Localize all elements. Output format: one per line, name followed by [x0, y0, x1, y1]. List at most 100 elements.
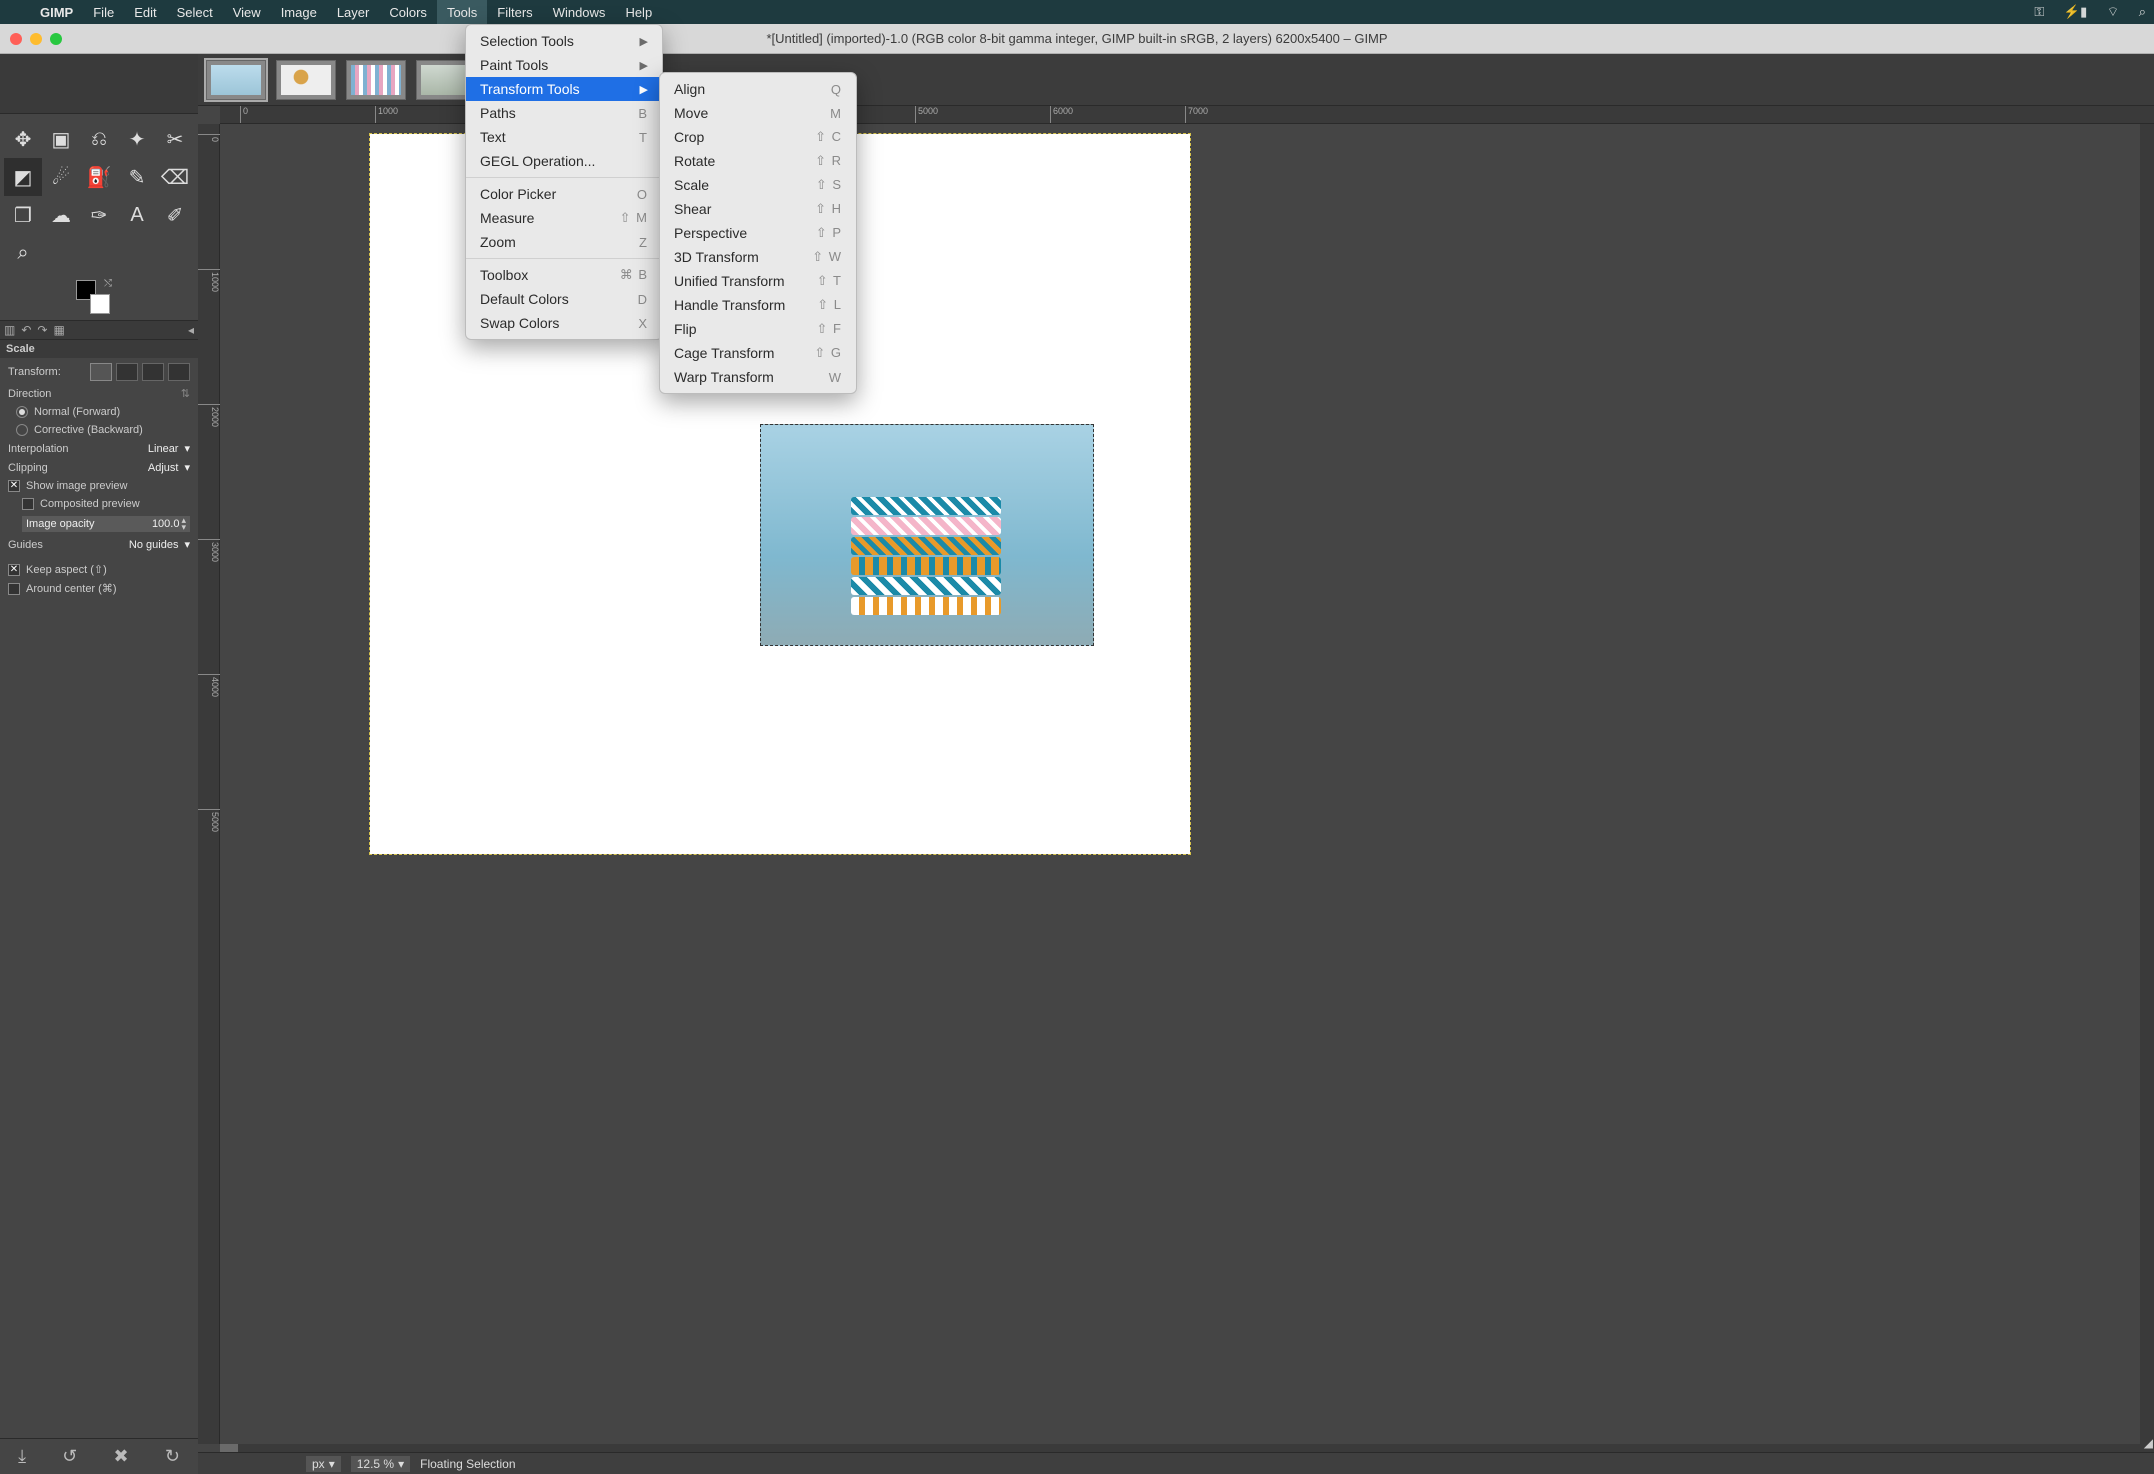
clipping-select[interactable]: ClippingAdjust▾ [8, 458, 190, 477]
tools-menu-item-zoom[interactable]: ZoomZ [466, 230, 662, 254]
battery-icon[interactable]: ⚡▮ [2064, 4, 2087, 19]
tab-device[interactable]: ↶ [21, 323, 31, 337]
transform-menu-item-handle-transform[interactable]: Handle Transform⇧ L [660, 293, 856, 317]
clone-tool[interactable]: ❐ [4, 196, 42, 234]
delete-preset-icon[interactable]: ✖ [114, 1446, 129, 1467]
panel-thumb-strip [0, 54, 198, 114]
transform-menu-item-scale[interactable]: Scale⇧ S [660, 173, 856, 197]
keep-aspect-check[interactable] [8, 564, 20, 576]
tool-options-tabs: ▥ ↶ ↷ ▦ ◂ [0, 320, 198, 340]
fuzzy-select-tool[interactable]: ✦ [118, 120, 156, 158]
transform-menu-item-3d-transform[interactable]: 3D Transform⇧ W [660, 245, 856, 269]
lasso-tool[interactable]: ⎌ [80, 120, 118, 158]
tab-config-icon[interactable]: ◂ [188, 323, 194, 337]
menu-windows[interactable]: Windows [543, 0, 616, 24]
key-icon[interactable]: ⚿ [2034, 4, 2044, 19]
interpolation-select[interactable]: InterpolationLinear▾ [8, 439, 190, 458]
transform-menu-item-warp-transform[interactable]: Warp TransformW [660, 365, 856, 389]
menu-select[interactable]: Select [167, 0, 223, 24]
composited-check[interactable] [22, 498, 34, 510]
opacity-stepper[interactable]: ▴▾ [181, 517, 186, 531]
menu-tools[interactable]: Tools [437, 0, 487, 24]
navigate-icon[interactable]: ◢ [2144, 1436, 2153, 1450]
image-tab-2[interactable] [276, 60, 336, 100]
brush-tool[interactable]: ✎ [118, 158, 156, 196]
transform-target-path[interactable] [142, 363, 164, 381]
transform-menu-item-shear[interactable]: Shear⇧ H [660, 197, 856, 221]
bucket-tool[interactable]: ⛽ [80, 158, 118, 196]
tools-menu-item-paths[interactable]: PathsB [466, 101, 662, 125]
eraser-tool[interactable]: ⌫ [156, 158, 194, 196]
crop-tool[interactable]: ✂ [156, 120, 194, 158]
direction-lock-icon[interactable]: ⇅ [181, 387, 190, 400]
unit-select[interactable]: px▾ [306, 1456, 341, 1472]
picker-tool[interactable]: ✐ [156, 196, 194, 234]
tools-menu-item-measure[interactable]: Measure⇧ M [466, 206, 662, 230]
close-window-button[interactable] [10, 33, 22, 45]
zoom-select[interactable]: 12.5 %▾ [351, 1456, 410, 1472]
floating-selection[interactable] [760, 424, 1094, 646]
menu-image[interactable]: Image [271, 0, 327, 24]
menu-view[interactable]: View [223, 0, 271, 24]
swap-colors-icon[interactable]: ⤭ [104, 278, 112, 289]
transform-menu-item-rotate[interactable]: Rotate⇧ R [660, 149, 856, 173]
transform-menu-item-perspective[interactable]: Perspective⇧ P [660, 221, 856, 245]
vertical-ruler[interactable]: 010002000300040005000 [198, 124, 220, 1444]
save-preset-icon[interactable]: ⤓ [18, 1446, 26, 1467]
menu-filters[interactable]: Filters [487, 0, 542, 24]
restore-preset-icon[interactable]: ↺ [62, 1446, 77, 1467]
minimize-window-button[interactable] [30, 33, 42, 45]
warp-tool[interactable]: ☄ [42, 158, 80, 196]
transform-target-layer[interactable] [90, 363, 112, 381]
search-icon[interactable]: ⌕ [2139, 4, 2146, 19]
transform-menu-item-cage-transform[interactable]: Cage Transform⇧ G [660, 341, 856, 365]
transform-menu-item-crop[interactable]: Crop⇧ C [660, 125, 856, 149]
tools-menu-item-swap-colors[interactable]: Swap ColorsX [466, 311, 662, 335]
tools-menu-item-selection-tools[interactable]: Selection Tools▶ [466, 29, 662, 53]
guides-select[interactable]: GuidesNo guides▾ [8, 535, 190, 554]
tools-menu-item-text[interactable]: TextT [466, 125, 662, 149]
background-color[interactable] [90, 294, 110, 314]
image-tab-3[interactable] [346, 60, 406, 100]
window-titlebar: *[Untitled] (imported)-1.0 (RGB color 8-… [0, 24, 2154, 54]
rect-select-tool[interactable]: ▣ [42, 120, 80, 158]
menu-edit[interactable]: Edit [124, 0, 166, 24]
transform-target-image[interactable] [168, 363, 190, 381]
tab-image[interactable]: ▦ [53, 323, 64, 337]
menu-file[interactable]: File [83, 0, 124, 24]
zoom-tool[interactable]: ⌕ [4, 234, 42, 272]
tools-menu-item-transform-tools[interactable]: Transform Tools▶ [466, 77, 662, 101]
around-center-check[interactable] [8, 583, 20, 595]
tools-menu-item-color-picker[interactable]: Color PickerO [466, 182, 662, 206]
transform-target-selection[interactable] [116, 363, 138, 381]
image-tab-1[interactable]: ✕ [206, 60, 266, 100]
transform-menu-item-unified-transform[interactable]: Unified Transform⇧ T [660, 269, 856, 293]
app-name[interactable]: GIMP [30, 5, 83, 20]
menu-colors[interactable]: Colors [379, 0, 437, 24]
tools-menu-item-paint-tools[interactable]: Paint Tools▶ [466, 53, 662, 77]
tab-tool-options[interactable]: ▥ [4, 323, 15, 337]
show-preview-check[interactable] [8, 480, 20, 492]
direction-forward-radio[interactable] [16, 406, 28, 418]
wifi-icon[interactable]: ⌔ [2107, 4, 2119, 19]
transform-menu-item-flip[interactable]: Flip⇧ F [660, 317, 856, 341]
text-tool[interactable]: A [118, 196, 156, 234]
transform-tool[interactable]: ◩ [4, 158, 42, 196]
menu-help[interactable]: Help [615, 0, 662, 24]
move-tool[interactable]: ✥ [4, 120, 42, 158]
reset-icon[interactable]: ↻ [165, 1446, 180, 1467]
tools-menu-item-toolbox[interactable]: Toolbox⌘ B [466, 263, 662, 287]
tools-menu-item-gegl-operation[interactable]: GEGL Operation... [466, 149, 662, 173]
transform-menu-item-align[interactable]: AlignQ [660, 77, 856, 101]
tab-undo[interactable]: ↷ [37, 323, 47, 337]
opacity-field[interactable]: Image opacity 100.0 ▴▾ [22, 516, 190, 532]
smudge-tool[interactable]: ☁ [42, 196, 80, 234]
direction-backward-radio[interactable] [16, 424, 28, 436]
path-tool[interactable]: ✑ [80, 196, 118, 234]
fullscreen-window-button[interactable] [50, 33, 62, 45]
transform-menu-item-move[interactable]: MoveM [660, 101, 856, 125]
tools-menu-item-default-colors[interactable]: Default ColorsD [466, 287, 662, 311]
color-swatches[interactable]: ⤭ [0, 278, 198, 320]
vertical-scrollbar[interactable]: ◢ [2140, 124, 2154, 1452]
menu-layer[interactable]: Layer [327, 0, 380, 24]
